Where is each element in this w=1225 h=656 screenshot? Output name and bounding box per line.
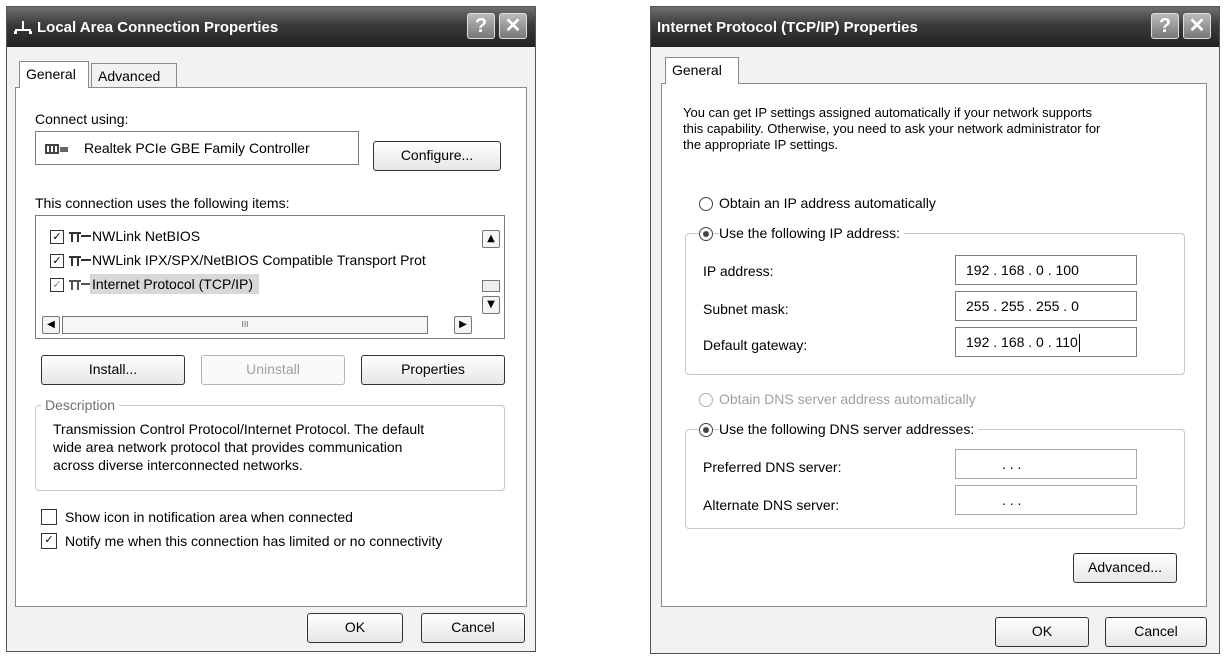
- item-checkbox[interactable]: ✓: [50, 254, 64, 268]
- components-list: ✓ NWLink NetBIOS ✓ NWLink IPX/SPX/NetBIO…: [35, 215, 505, 339]
- tab-general[interactable]: General: [665, 57, 739, 84]
- scroll-right-button[interactable]: ▶: [454, 316, 472, 334]
- item-checkbox[interactable]: ✓: [50, 230, 64, 244]
- scroll-grip: III: [241, 320, 249, 329]
- scroll-up-button[interactable]: ▲: [482, 230, 500, 248]
- lan-dialog-titlebar[interactable]: Local Area Connection Properties ? ✕: [7, 7, 535, 47]
- description-legend: Description: [41, 397, 120, 413]
- preferred-dns-label: Preferred DNS server:: [703, 459, 842, 475]
- description-line: wide area network protocol that provides…: [53, 439, 403, 455]
- subnet-mask-input[interactable]: 255 . 255 . 255 . 0: [955, 291, 1137, 321]
- horizontal-scroll-thumb[interactable]: III: [62, 316, 428, 334]
- tcpip-close-button[interactable]: ✕: [1183, 13, 1211, 39]
- advanced-button[interactable]: Advanced...: [1073, 553, 1177, 583]
- item-checkbox[interactable]: ✓: [50, 278, 64, 292]
- description-line: across diverse interconnected networks.: [53, 457, 303, 473]
- tab-general[interactable]: General: [19, 61, 89, 88]
- intro-line: the appropriate IP settings.: [683, 137, 839, 152]
- lan-help-button[interactable]: ?: [467, 13, 495, 39]
- connect-using-label: Connect using:: [35, 111, 129, 127]
- description-line: Transmission Control Protocol/Internet P…: [53, 421, 425, 437]
- default-gateway-label: Default gateway:: [703, 337, 808, 353]
- use-ip-radio[interactable]: [699, 227, 713, 241]
- use-dns-radio[interactable]: [699, 423, 713, 437]
- obtain-dns-auto-radio: [699, 393, 713, 407]
- items-label: This connection uses the following items…: [35, 195, 290, 211]
- default-gateway-value: 192 . 168 . 0 . 110: [966, 334, 1078, 350]
- list-item-selected[interactable]: Internet Protocol (TCP/IP): [90, 274, 260, 294]
- tab-advanced[interactable]: Advanced: [91, 63, 177, 87]
- lan-close-button[interactable]: ✕: [499, 13, 527, 39]
- alternate-dns-input[interactable]: . . .: [955, 485, 1137, 515]
- vertical-scroll-thumb[interactable]: [482, 280, 500, 292]
- network-adapter-icon: [45, 144, 68, 154]
- text-caret: [1078, 334, 1080, 353]
- intro-line: You can get IP settings assigned automat…: [683, 105, 1093, 120]
- properties-button[interactable]: Properties: [361, 355, 505, 385]
- show-icon-label[interactable]: Show icon in notification area when conn…: [65, 509, 353, 525]
- show-icon-checkbox[interactable]: [41, 509, 57, 525]
- default-gateway-input[interactable]: 192 . 168 . 0 . 110: [955, 327, 1137, 357]
- list-item[interactable]: NWLink IPX/SPX/NetBIOS Compatible Transp…: [92, 252, 464, 268]
- scroll-down-button[interactable]: ▼: [482, 296, 500, 314]
- network-connection-icon: [14, 21, 32, 34]
- adapter-name: Realtek PCIe GBE Family Controller: [84, 140, 310, 156]
- lan-properties-dialog: Local Area Connection Properties ? ✕ Gen…: [6, 6, 536, 652]
- install-button[interactable]: Install...: [41, 355, 185, 385]
- list-item[interactable]: NWLink NetBIOS: [92, 228, 200, 244]
- protocol-icon: [69, 256, 91, 266]
- tcpip-properties-dialog: Internet Protocol (TCP/IP) Properties ? …: [650, 6, 1220, 654]
- cancel-button[interactable]: Cancel: [421, 613, 525, 643]
- protocol-icon: [69, 232, 91, 242]
- tcpip-help-button[interactable]: ?: [1151, 13, 1179, 39]
- configure-button[interactable]: Configure...: [373, 141, 501, 171]
- lan-dialog-title: Local Area Connection Properties: [37, 19, 279, 36]
- ip-address-label: IP address:: [703, 263, 774, 279]
- obtain-dns-auto-label: Obtain DNS server address automatically: [719, 391, 976, 407]
- tcpip-dialog-titlebar[interactable]: Internet Protocol (TCP/IP) Properties ? …: [651, 7, 1219, 47]
- subnet-mask-label: Subnet mask:: [703, 301, 789, 317]
- cancel-button[interactable]: Cancel: [1105, 617, 1207, 647]
- ip-address-input[interactable]: 192 . 168 . 0 . 100: [955, 255, 1137, 285]
- obtain-ip-auto-label[interactable]: Obtain an IP address automatically: [719, 195, 936, 211]
- preferred-dns-input[interactable]: . . .: [955, 449, 1137, 479]
- intro-line: this capability. Otherwise, you need to …: [683, 121, 1101, 136]
- ok-button[interactable]: OK: [995, 617, 1089, 647]
- alternate-dns-label: Alternate DNS server:: [703, 497, 840, 513]
- scroll-left-button[interactable]: ◀: [42, 316, 60, 334]
- notify-checkbox[interactable]: ✓: [41, 533, 57, 549]
- uninstall-button: Uninstall: [201, 355, 345, 385]
- notify-label[interactable]: Notify me when this connection has limit…: [65, 533, 442, 549]
- protocol-icon: [69, 280, 91, 290]
- use-ip-label[interactable]: Use the following IP address:: [719, 225, 905, 241]
- obtain-ip-auto-radio[interactable]: [699, 197, 713, 211]
- use-dns-label[interactable]: Use the following DNS server addresses:: [719, 421, 979, 437]
- ok-button[interactable]: OK: [307, 613, 403, 643]
- tcpip-dialog-title: Internet Protocol (TCP/IP) Properties: [657, 19, 918, 36]
- adapter-field: Realtek PCIe GBE Family Controller: [35, 131, 359, 165]
